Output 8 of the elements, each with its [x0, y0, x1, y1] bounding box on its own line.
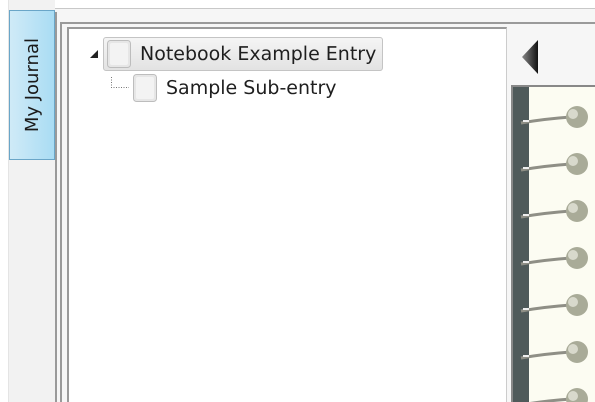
- tree-item[interactable]: Notebook Example Entry: [103, 37, 384, 71]
- back-arrow-icon[interactable]: [521, 39, 539, 75]
- tree-item[interactable]: Sample Sub-entry: [129, 71, 344, 105]
- expand-triangle-icon[interactable]: [89, 49, 99, 59]
- document-icon: [132, 73, 158, 103]
- document-icon: [106, 39, 132, 69]
- side-tab[interactable]: My Journal: [9, 10, 55, 160]
- tree-connector-line: [111, 77, 129, 88]
